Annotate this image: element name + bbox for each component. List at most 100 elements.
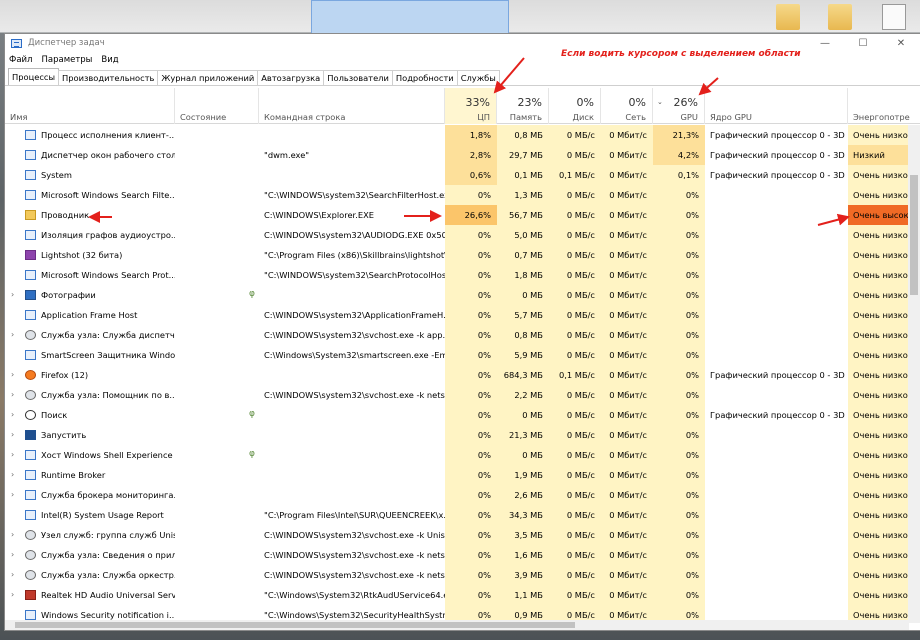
table-row[interactable]: Microsoft Windows Search Filte... "C:\WI… xyxy=(5,185,909,205)
vertical-scroll-thumb[interactable] xyxy=(910,175,918,295)
process-name: › Хост Windows Shell Experience xyxy=(5,445,175,465)
table-row[interactable]: › Realtek HD Audio Universal Serv... "C:… xyxy=(5,585,909,605)
table-row[interactable]: › Поиск φ 0% 0 МБ 0 МБ/с 0 Мбит/с 0% Гра… xyxy=(5,405,909,425)
table-row[interactable]: › Служба узла: Сведения о прил... C:\WIN… xyxy=(5,545,909,565)
table-row[interactable]: › Runtime Broker 0% 1,9 МБ 0 МБ/с 0 Мбит… xyxy=(5,465,909,485)
gpu-engine-value xyxy=(705,305,848,325)
horizontal-scrollbar[interactable] xyxy=(5,620,909,630)
gpu-engine-value xyxy=(705,265,848,285)
network-value: 0 Мбит/с xyxy=(601,305,653,325)
power-usage-value: Очень низкое xyxy=(848,285,909,305)
tab-details[interactable]: Подробности xyxy=(391,70,458,85)
column-header-name[interactable]: Имя xyxy=(5,88,175,124)
table-row[interactable]: System 0,6% 0,1 МБ 0,1 МБ/с 0 Мбит/с 0,1… xyxy=(5,165,909,185)
cpu-value: 0% xyxy=(445,425,497,445)
table-row[interactable]: SmartScreen Защитника Windo... C:\Window… xyxy=(5,345,909,365)
gpu-value: 0% xyxy=(653,545,705,565)
column-header-disk[interactable]: 0% Диск xyxy=(549,88,601,124)
table-row[interactable]: › Служба узла: Служба диспетч... C:\WIND… xyxy=(5,325,909,345)
column-header-memory[interactable]: 23% Память xyxy=(497,88,549,124)
disk-value: 0 МБ/с xyxy=(549,545,601,565)
expand-chevron-icon[interactable]: › xyxy=(11,565,14,585)
expand-chevron-icon[interactable]: › xyxy=(11,485,14,505)
column-header-gpu[interactable]: ⌄ 26% GPU xyxy=(653,88,705,124)
table-row[interactable]: Intel(R) System Usage Report "C:\Program… xyxy=(5,505,909,525)
expand-chevron-icon[interactable]: › xyxy=(11,365,14,385)
table-row[interactable]: › Узел служб: группа служб Unis... C:\WI… xyxy=(5,525,909,545)
gpu-engine-value xyxy=(705,425,848,445)
expand-chevron-icon[interactable]: › xyxy=(11,385,14,405)
column-header-command-line[interactable]: Командная строка xyxy=(259,88,445,124)
tab-performance[interactable]: Производительность xyxy=(58,70,159,85)
command-line: C:\WINDOWS\system32\svchost.exe -k netsv… xyxy=(264,550,445,560)
process-name: SmartScreen Защитника Windo... xyxy=(5,345,175,365)
memory-value: 3,5 МБ xyxy=(497,525,549,545)
table-row[interactable]: › Хост Windows Shell Experience φ 0% 0 М… xyxy=(5,445,909,465)
column-header-gpu-engine[interactable]: Ядро GPU xyxy=(705,88,848,124)
menu-file[interactable]: Файл xyxy=(9,55,32,65)
column-header-power[interactable]: Энергопотре xyxy=(848,88,920,124)
expand-chevron-icon[interactable]: › xyxy=(11,405,14,425)
command-line xyxy=(259,445,445,465)
table-row[interactable]: Процесс исполнения клиент-... 1,8% 0,8 М… xyxy=(5,125,909,145)
desktop-document-icon[interactable] xyxy=(882,4,906,30)
disk-value: 0 МБ/с xyxy=(549,465,601,485)
network-value: 0 Мбит/с xyxy=(601,225,653,245)
column-header-network[interactable]: 0% Сеть xyxy=(601,88,653,124)
column-header-cpu[interactable]: 33% ЦП xyxy=(445,88,497,124)
expand-chevron-icon[interactable]: › xyxy=(11,425,14,445)
process-name: › Realtek HD Audio Universal Serv... xyxy=(5,585,175,605)
power-usage-value: Очень низкое xyxy=(848,545,909,565)
network-value: 0 Мбит/с xyxy=(601,145,653,165)
process-name: › Служба узла: Помощник по в... xyxy=(5,385,175,405)
table-row[interactable]: Проводник C:\WINDOWS\Explorer.EXE 26,6% … xyxy=(5,205,909,225)
desktop-folder-icon[interactable] xyxy=(776,4,800,30)
table-row[interactable]: › Служба узла: Служба оркестр... C:\WIND… xyxy=(5,565,909,585)
memory-value: 0,1 МБ xyxy=(497,165,549,185)
maximize-button[interactable]: ☐ xyxy=(844,34,882,52)
process-table: Имя Состояние Командная строка 33% ЦП 23… xyxy=(5,88,920,625)
power-usage-value: Очень низкое xyxy=(848,385,909,405)
tab-processes[interactable]: Процессы xyxy=(8,68,60,85)
expand-chevron-icon[interactable]: › xyxy=(11,445,14,465)
table-row[interactable]: › Firefox (12) 0% 684,3 МБ 0,1 МБ/с 0 Мб… xyxy=(5,365,909,385)
column-header-status[interactable]: Состояние xyxy=(175,88,259,124)
gpu-value: 0% xyxy=(653,205,705,225)
gpu-value: 0% xyxy=(653,525,705,545)
tab-users[interactable]: Пользователи xyxy=(323,70,393,85)
horizontal-scroll-thumb[interactable] xyxy=(15,622,575,628)
expand-chevron-icon[interactable]: › xyxy=(11,465,14,485)
expand-chevron-icon[interactable]: › xyxy=(11,285,14,305)
table-row[interactable]: Изоляция графов аудиоустро... C:\WINDOWS… xyxy=(5,225,909,245)
minimize-button[interactable]: — xyxy=(806,34,844,52)
command-line: C:\WINDOWS\system32\svchost.exe -k Unist… xyxy=(264,530,445,540)
tab-bar: Процессы Производительность Журнал прило… xyxy=(5,68,920,86)
command-line xyxy=(259,485,445,505)
menu-view[interactable]: Вид xyxy=(101,55,118,65)
table-row[interactable]: Lightshot (32 бита) "C:\Program Files (x… xyxy=(5,245,909,265)
table-row[interactable]: › Фотографии φ 0% 0 МБ 0 МБ/с 0 Мбит/с 0… xyxy=(5,285,909,305)
desktop-folder-icon[interactable] xyxy=(828,4,852,30)
close-button[interactable]: ✕ xyxy=(882,34,920,52)
table-row[interactable]: › Запустить 0% 21,3 МБ 0 МБ/с 0 Мбит/с 0… xyxy=(5,425,909,445)
gpu-value: 0% xyxy=(653,385,705,405)
window-controls: — ☐ ✕ xyxy=(806,34,920,52)
table-row[interactable]: Microsoft Windows Search Prot... "C:\WIN… xyxy=(5,265,909,285)
expand-chevron-icon[interactable]: › xyxy=(11,325,14,345)
table-row[interactable]: Application Frame Host C:\WINDOWS\system… xyxy=(5,305,909,325)
tab-startup[interactable]: Автозагрузка xyxy=(257,70,325,85)
command-line xyxy=(259,165,445,185)
tab-app-history[interactable]: Журнал приложений xyxy=(157,70,259,85)
expand-chevron-icon[interactable]: › xyxy=(11,545,14,565)
vertical-scrollbar[interactable] xyxy=(908,125,920,623)
menu-options[interactable]: Параметры xyxy=(41,55,92,65)
table-row[interactable]: Диспетчер окон рабочего стола "dwm.exe" … xyxy=(5,145,909,165)
tab-services[interactable]: Службы xyxy=(456,70,500,85)
table-row[interactable]: › Служба брокера мониторинга... 0% 2,6 М… xyxy=(5,485,909,505)
expand-chevron-icon[interactable]: › xyxy=(11,525,14,545)
table-row[interactable]: › Служба узла: Помощник по в... C:\WINDO… xyxy=(5,385,909,405)
disk-value: 0 МБ/с xyxy=(549,445,601,465)
expand-chevron-icon[interactable]: › xyxy=(11,585,14,605)
cpu-value: 1,8% xyxy=(445,125,497,145)
process-name: › Firefox (12) xyxy=(5,365,175,385)
